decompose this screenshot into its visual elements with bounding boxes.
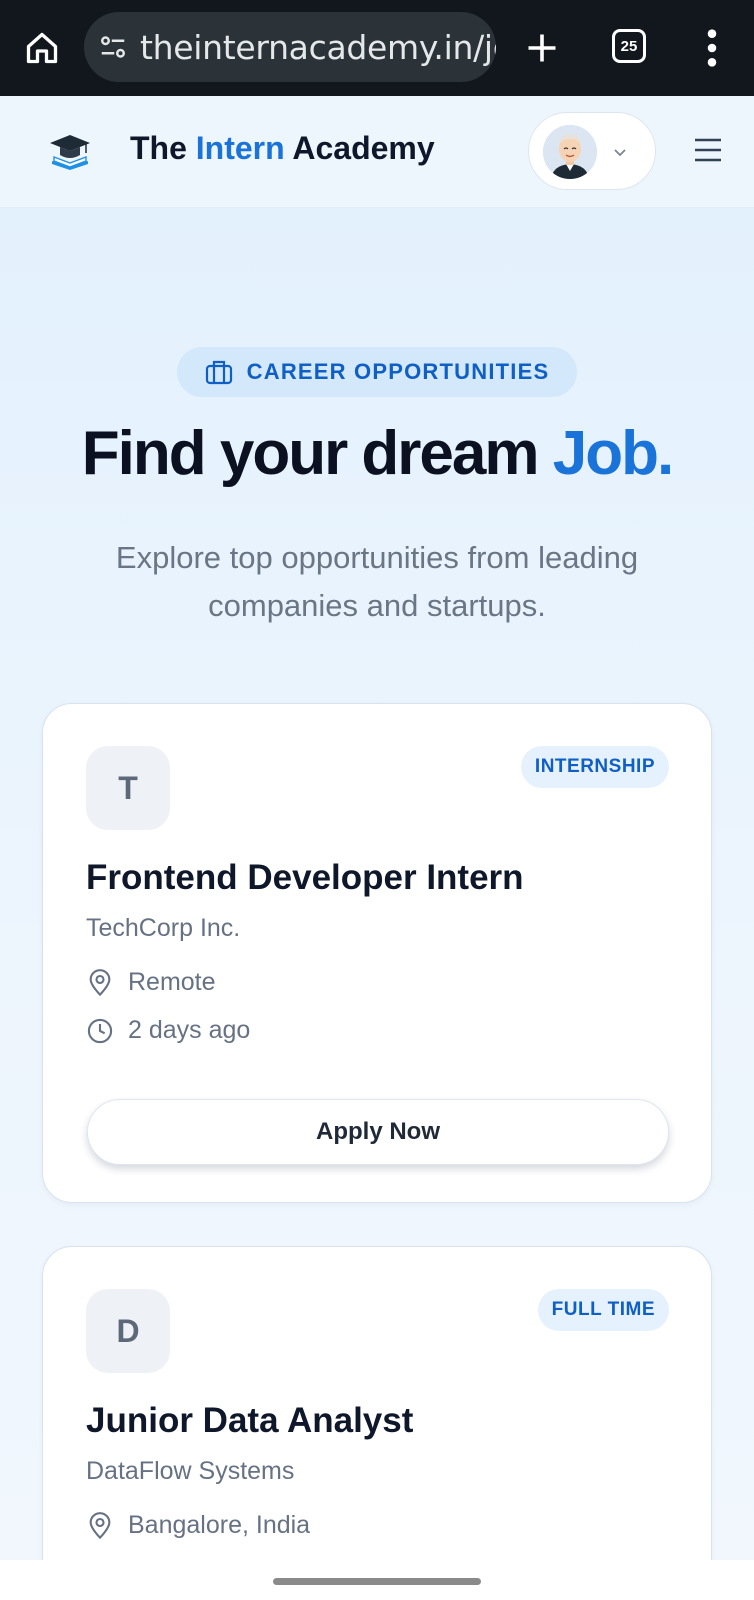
headline-main: Find your dream: [81, 419, 553, 488]
brand-accent: Intern: [195, 130, 285, 166]
briefcase-icon: [205, 360, 232, 385]
location-pin-icon: [89, 968, 111, 996]
page-title: Find your dream Job.: [0, 418, 754, 489]
company-name: TechCorp Inc.: [86, 914, 241, 942]
site-settings-icon[interactable]: [98, 32, 128, 62]
apply-now-button[interactable]: Apply Now: [87, 1099, 669, 1165]
new-tab-icon[interactable]: [524, 30, 560, 66]
company-name: DataFlow Systems: [86, 1457, 295, 1485]
more-vert-icon[interactable]: [698, 28, 726, 68]
gesture-handle[interactable]: [273, 1578, 481, 1585]
career-opportunities-badge: CAREER OPPORTUNITIES: [177, 347, 577, 397]
company-initial-avatar: T: [86, 746, 170, 830]
avatar-illustration-icon: [543, 125, 597, 179]
job-title[interactable]: Junior Data Analyst: [86, 1401, 413, 1441]
jobs-section: CAREER OPPORTUNITIES Find your dream Job…: [0, 208, 754, 1560]
job-location: Bangalore, India: [86, 1511, 310, 1540]
job-type-badge: INTERNSHIP: [520, 746, 669, 788]
page-subtitle: Explore top opportunities from leading c…: [115, 540, 639, 623]
tab-switcher-button[interactable]: 25: [612, 29, 646, 63]
posted-text: 2 days ago: [128, 1016, 251, 1044]
brand-name[interactable]: The Intern Academy: [130, 130, 435, 167]
brand-suffix: Academy: [284, 130, 435, 166]
job-location: Remote: [86, 968, 216, 997]
location-text: Bangalore, India: [128, 1511, 311, 1539]
clock-icon: [87, 1018, 113, 1043]
home-icon[interactable]: [24, 30, 60, 66]
job-posted-time: 2 days ago: [86, 1016, 250, 1045]
site-header: The Intern Academy: [0, 96, 754, 208]
location-pin-icon: [89, 1511, 111, 1539]
avatar: [543, 125, 597, 179]
job-title[interactable]: Frontend Developer Intern: [86, 858, 524, 898]
url-text: theinternacademy.in/jok: [140, 27, 496, 67]
system-navigation-area: [0, 1560, 754, 1600]
profile-menu-button[interactable]: [528, 112, 656, 190]
chevron-down-icon: [614, 149, 626, 157]
brand-prefix: The: [130, 130, 196, 166]
job-card[interactable]: D FULL TIME Junior Data Analyst DataFlow…: [42, 1246, 712, 1560]
graduation-cap-logo-icon[interactable]: [48, 131, 92, 171]
job-type-badge: FULL TIME: [537, 1289, 669, 1331]
company-initial-avatar: D: [86, 1289, 170, 1373]
eyebrow-label: CAREER OPPORTUNITIES: [246, 359, 550, 384]
location-text: Remote: [128, 968, 216, 996]
address-bar[interactable]: theinternacademy.in/jok: [84, 12, 496, 82]
job-card[interactable]: T INTERNSHIP Frontend Developer Intern T…: [42, 703, 712, 1203]
browser-toolbar: theinternacademy.in/jok 25: [0, 0, 754, 96]
hamburger-menu-icon[interactable]: [694, 137, 722, 163]
headline-accent: Job.: [552, 419, 674, 488]
